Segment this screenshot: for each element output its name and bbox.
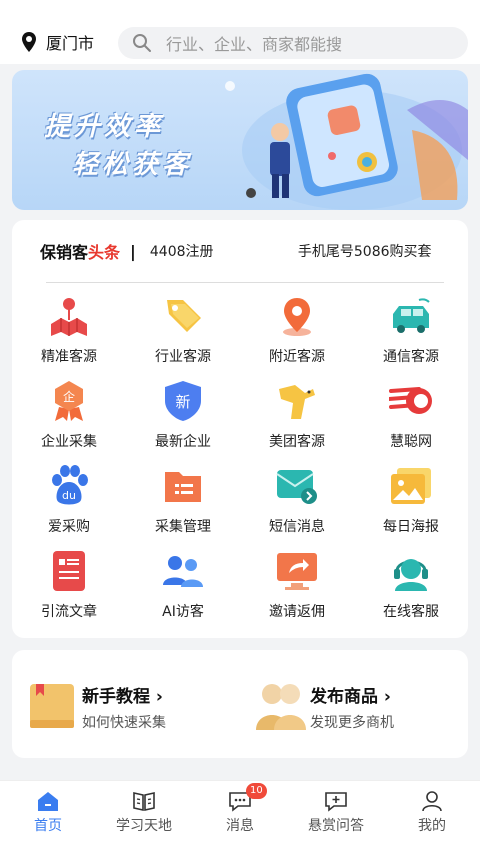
grid-item-ai-visitors[interactable]: AI访客 xyxy=(126,545,240,625)
grid-label: 短信消息 xyxy=(269,519,325,535)
tab-label: 消息 xyxy=(226,818,254,834)
map-icon xyxy=(51,298,87,336)
grid-item-huicong[interactable]: 慧聪网 xyxy=(354,375,468,455)
grid-item-industry-leads[interactable]: 行业客源 xyxy=(126,290,240,370)
feature-publish[interactable]: 发布商品 › 发现更多商机 xyxy=(252,680,462,734)
grid-label: 采集管理 xyxy=(155,519,211,535)
grid-label: 慧聪网 xyxy=(390,434,432,450)
grid-item-enterprise-collect[interactable]: 企 企业采集 xyxy=(12,375,126,455)
article-icon xyxy=(53,551,85,591)
grid-label: 通信客源 xyxy=(383,349,439,365)
feature-subtitle: 发现更多商机 xyxy=(310,715,394,731)
search-placeholder: 行业、企业、商家都能搜 xyxy=(166,35,343,54)
location-pin-icon xyxy=(283,298,311,336)
grid-item-sms[interactable]: 短信消息 xyxy=(240,460,354,540)
van-icon xyxy=(393,298,430,333)
grid-item-aicaigou[interactable]: du 爱采购 xyxy=(12,460,126,540)
divider xyxy=(46,282,444,283)
tab-messages[interactable]: 10 消息 xyxy=(192,781,288,853)
grid-item-invite-commission[interactable]: 邀请返佣 xyxy=(240,545,354,625)
grid-item-collect-manage[interactable]: 采集管理 xyxy=(126,460,240,540)
grid-item-precise-leads[interactable]: 精准客源 xyxy=(12,290,126,370)
grid-item-new-enterprise[interactable]: 新 最新企业 xyxy=(126,375,240,455)
enterprise-badge-icon: 企 xyxy=(55,381,83,421)
poster-icon xyxy=(391,468,431,504)
news-separator: | xyxy=(130,241,136,261)
tab-home[interactable]: 首页 xyxy=(0,781,96,853)
tab-label: 悬赏问答 xyxy=(308,818,364,834)
feature-title: 新手教程 › xyxy=(82,687,163,707)
grid-label: 企业采集 xyxy=(41,434,97,450)
grid-label: 每日海报 xyxy=(383,519,439,535)
grid-label: 行业客源 xyxy=(155,349,211,365)
news-item: 手机尾号5086购买套 xyxy=(297,244,432,260)
location-selector[interactable]: 厦门市 xyxy=(20,30,94,54)
feature-subtitle: 如何快速采集 xyxy=(82,715,166,731)
tab-learning[interactable]: 学习天地 xyxy=(96,781,192,853)
svg-text:du: du xyxy=(62,489,76,502)
bottom-nav: 首页 学习天地 10 消息 悬赏问答 我的 xyxy=(0,780,480,853)
news-ticker[interactable]: 保销客头条 | 4408注册 手机尾号5086购买套 xyxy=(40,236,450,266)
grid-item-daily-poster[interactable]: 每日海报 xyxy=(354,460,468,540)
tab-label: 学习天地 xyxy=(116,818,172,834)
share-screen-icon xyxy=(277,553,317,590)
new-shield-icon: 新 xyxy=(165,381,201,421)
carousel-indicator[interactable] xyxy=(246,188,256,198)
feature-title: 发布商品 › xyxy=(310,687,391,707)
grid-label: 邀请返佣 xyxy=(269,604,325,620)
grid-item-articles[interactable]: 引流文章 xyxy=(12,545,126,625)
visitors-icon xyxy=(163,556,203,587)
grid-label: 爱采购 xyxy=(48,519,90,535)
news-brand: 保销客头条 xyxy=(40,243,121,262)
tab-label: 首页 xyxy=(34,818,62,834)
grid-label: 附近客源 xyxy=(269,349,325,365)
search-input[interactable]: 行业、企业、商家都能搜 xyxy=(118,27,468,59)
tag-icon xyxy=(167,300,201,332)
people-icon xyxy=(256,684,306,730)
grid-label: 精准客源 xyxy=(41,349,97,365)
grid-label: 引流文章 xyxy=(41,604,97,620)
book-icon xyxy=(30,684,74,728)
search-icon xyxy=(133,34,151,52)
location-pin-icon xyxy=(22,32,36,52)
chevron-right-icon: › xyxy=(155,687,163,707)
huicong-icon xyxy=(389,387,432,414)
question-chat-icon xyxy=(325,792,347,812)
svg-text:企: 企 xyxy=(63,389,75,404)
message-icon xyxy=(276,470,317,504)
svg-text:新: 新 xyxy=(175,393,190,411)
banner-headline-2: 轻松获客 xyxy=(72,150,193,180)
city-label: 厦门市 xyxy=(46,34,95,53)
grid-item-nearby-leads[interactable]: 附近客源 xyxy=(240,290,354,370)
tab-label: 我的 xyxy=(418,818,446,834)
open-book-icon xyxy=(133,792,155,811)
unread-badge: 10 xyxy=(246,783,267,799)
grid-label: 最新企业 xyxy=(155,434,211,450)
grid-label: 在线客服 xyxy=(383,604,439,620)
home-icon xyxy=(38,792,58,811)
headset-icon xyxy=(394,559,428,591)
top-bar: 厦门市 行业、企业、商家都能搜 xyxy=(0,0,480,64)
paw-icon: du xyxy=(52,465,88,505)
tab-profile[interactable]: 我的 xyxy=(384,781,480,853)
grid-item-telecom-leads[interactable]: 通信客源 xyxy=(354,290,468,370)
folder-icon xyxy=(165,472,201,502)
news-item: 4408注册 xyxy=(149,244,214,260)
feature-tutorial[interactable]: 新手教程 › 如何快速采集 xyxy=(26,680,236,734)
grid-item-online-service[interactable]: 在线客服 xyxy=(354,545,468,625)
feature-card: 新手教程 › 如何快速采集 发布商品 › 发现更多商机 xyxy=(12,650,468,758)
grid-label: 美团客源 xyxy=(269,434,325,450)
banner-headline-1: 提升效率 xyxy=(44,112,165,142)
grid-label: AI访客 xyxy=(162,604,204,620)
kangaroo-icon xyxy=(279,385,315,419)
services-card: 保销客头条 | 4408注册 手机尾号5086购买套 精准客源 行业客源 附近客… xyxy=(12,220,468,638)
chevron-right-icon: › xyxy=(383,687,391,707)
promo-banner[interactable]: 提升效率 轻松获客 xyxy=(12,70,468,210)
grid-item-meituan-leads[interactable]: 美团客源 xyxy=(240,375,354,455)
user-icon xyxy=(422,791,442,812)
tab-bounty-qa[interactable]: 悬赏问答 xyxy=(288,781,384,853)
